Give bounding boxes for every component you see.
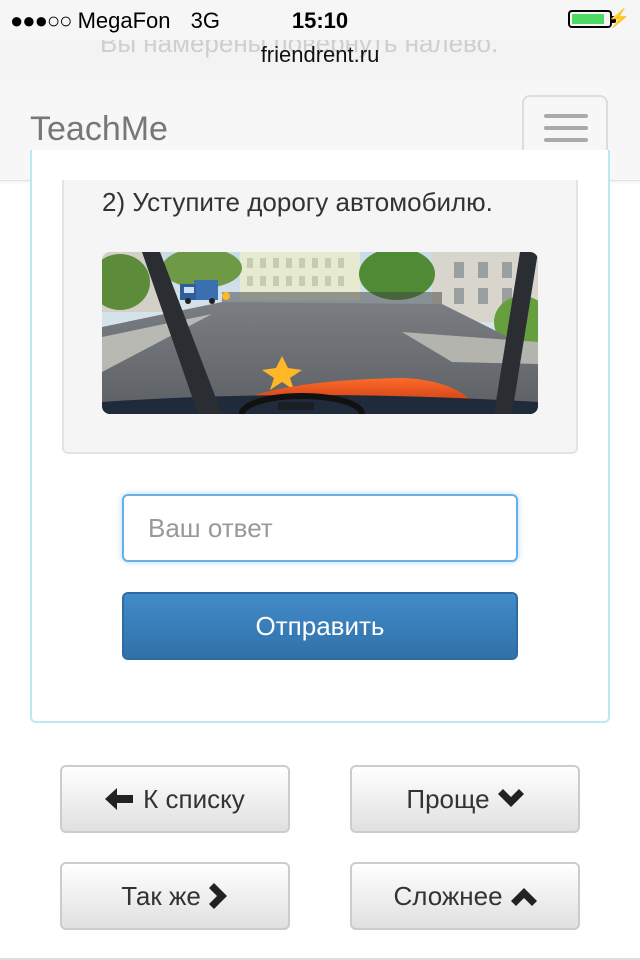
brand-logo[interactable]: TeachMe bbox=[30, 110, 168, 149]
arrow-left-icon bbox=[105, 788, 134, 810]
easier-button[interactable]: Проще bbox=[350, 765, 580, 833]
battery-icon bbox=[568, 10, 616, 28]
clock: 15:10 bbox=[291, 8, 349, 33]
answer-input[interactable] bbox=[122, 494, 518, 562]
chevron-up-icon bbox=[510, 888, 537, 906]
back-to-list-label: К списку bbox=[143, 783, 245, 814]
same-level-button[interactable]: Так же bbox=[60, 862, 290, 930]
url-text[interactable]: friendrent.ru bbox=[0, 42, 640, 68]
hamburger-icon bbox=[544, 114, 588, 118]
answer-option-text: 2) Уступите дорогу автомобилю. bbox=[102, 187, 493, 217]
harder-label: Сложнее bbox=[393, 880, 503, 911]
same-level-label: Так же bbox=[121, 880, 201, 911]
battery-fill bbox=[572, 14, 604, 24]
chevron-right-icon bbox=[208, 883, 227, 909]
harder-button[interactable]: Сложнее bbox=[350, 862, 580, 930]
easier-label: Проще bbox=[406, 783, 490, 814]
status-bar: ●●●○○ MegaFon 3G 15:10 ⚡ bbox=[0, 0, 640, 40]
chevron-down-icon bbox=[497, 789, 524, 807]
submit-button[interactable]: Отправить bbox=[122, 592, 518, 660]
browser-url-bar[interactable]: Вы намерены повернуть налево. friendrent… bbox=[0, 40, 640, 81]
back-to-list-button[interactable]: К списку bbox=[60, 765, 290, 833]
driving-scene-image bbox=[102, 252, 538, 414]
charging-icon: ⚡ bbox=[607, 8, 630, 28]
